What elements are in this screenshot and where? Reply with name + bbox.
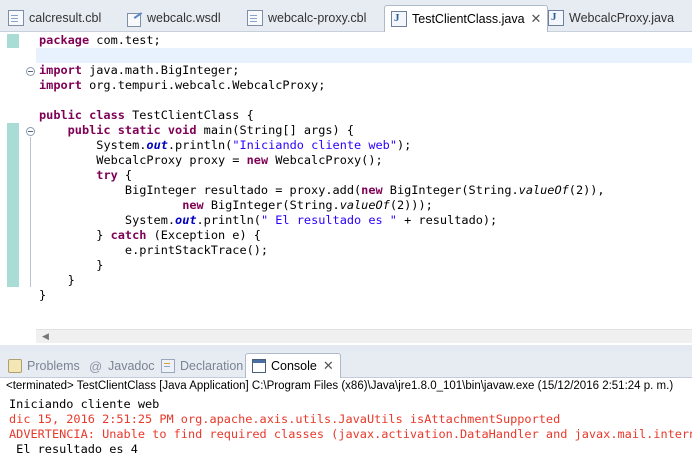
tab-label: Javadoc [108,359,155,373]
console-line-error: ADVERTENCIA: Unable to find required cla… [9,427,692,441]
problems-icon [8,359,22,373]
code-line: System.out.println(" El resultado es " +… [124,213,498,227]
code-line: try { [96,168,133,182]
tab-label: webcalc.wsdl [147,11,221,25]
tab-calcresult-cbl[interactable]: calcresult.cbl [8,6,101,30]
tab-label: Console [271,359,317,373]
declaration-icon [161,359,175,373]
wsdl-file-icon [126,10,142,27]
tab-label: TestClientClass.java [412,12,525,26]
console-line: El resultado es 4 [9,442,138,456]
tab-label: Problems [27,359,80,373]
close-icon[interactable]: ✕ [323,358,334,374]
tab-label: Declaration [180,359,244,373]
change-marker [7,123,19,287]
editor-tab-bar: calcresult.cbl webcalc.wsdl webcalc-prox… [0,0,692,32]
console-line-error: dic 15, 2016 2:51:25 PM org.apache.axis.… [9,412,561,426]
tab-declaration[interactable]: Declaration [161,355,243,377]
code-line: public static void main(String[] args) { [67,123,354,137]
code-line: import java.math.BigInteger; [39,63,240,77]
tab-testclientclass-java[interactable]: TestClientClass.java ✕ [384,5,549,32]
bottom-panel-tab-bar: Problems @ Javadoc Declaration Console ✕ [0,351,692,378]
console-icon [252,359,266,373]
code-line: package com.test; [39,33,161,47]
java-file-icon [391,11,407,27]
tab-label: webcalc-proxy.cbl [268,11,367,25]
code-line: e.printStackTrace(); [124,243,269,257]
file-icon [8,10,24,26]
file-icon [247,10,263,26]
code-line: WebcalcProxy proxy = new WebcalcProxy(); [96,153,383,167]
console-output[interactable]: <terminated> TestClientClass [Java Appli… [0,378,692,474]
console-line: Iniciando cliente web [9,397,160,411]
fold-toggle-icon[interactable] [26,67,35,76]
tab-console[interactable]: Console ✕ [245,353,341,378]
current-line-highlight [36,48,692,63]
tab-webcalc-wsdl[interactable]: webcalc.wsdl [126,6,221,30]
fold-toggle-icon[interactable] [26,127,35,136]
tab-javadoc[interactable]: @ Javadoc [89,355,155,377]
code-line: public class TestClientClass { [39,108,254,122]
terminated-process-label: <terminated> TestClientClass [Java Appli… [6,380,674,392]
code-editor[interactable]: package com.test; import java.math.BigIn… [0,32,692,345]
tab-label: WebcalcProxy.java [569,11,675,25]
fold-guide [30,137,31,287]
code-line: } catch (Exception e) { [96,228,261,242]
code-line: } [67,273,75,287]
change-marker [7,34,19,48]
tab-webcalc-proxy-cbl[interactable]: webcalc-proxy.cbl [247,6,366,30]
code-line: new BigInteger(String.valueOf(2))); [182,198,433,212]
tab-label: calcresult.cbl [29,11,102,25]
code-line: System.out.println("Iniciando cliente we… [96,138,412,152]
code-line: import org.tempuri.webcalc.WebcalcProxy; [39,78,326,92]
code-line: BigInteger resultado = proxy.add(new Big… [124,183,605,197]
horizontal-scrollbar[interactable]: ◀ [36,329,692,343]
java-file-icon [548,10,564,26]
tab-problems[interactable]: Problems [8,355,80,377]
scroll-left-icon[interactable]: ◀ [42,331,49,342]
tab-webcalcproxy-java[interactable]: WebcalcProxy.java [548,6,674,30]
code-line: } [96,258,104,272]
close-icon[interactable]: ✕ [531,11,542,27]
code-line: } [39,288,47,302]
at-icon: @ [89,359,103,374]
